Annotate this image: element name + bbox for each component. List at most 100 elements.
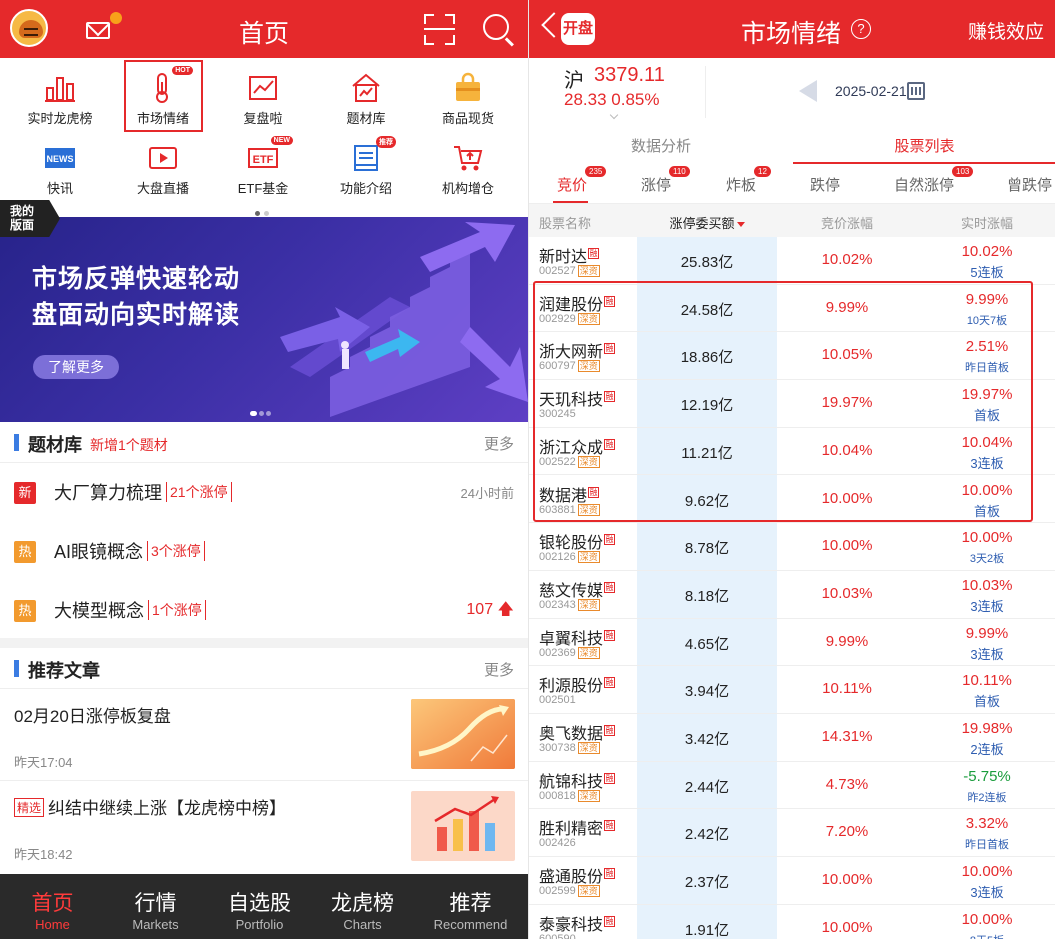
topic-item[interactable]: 热 大模型概念 1个涨停 107 🡅 — [0, 580, 528, 638]
cart-icon — [452, 142, 484, 174]
grid-item-topic-library[interactable]: 题材库 — [316, 72, 416, 127]
stock-code: 002426 — [539, 837, 576, 850]
search-icon[interactable] — [483, 14, 509, 40]
my-layout-tag[interactable]: 我的 版面 — [0, 200, 60, 237]
index-value: 3379.11 — [594, 64, 665, 86]
sz-connect-tag: 深资 — [577, 646, 600, 659]
learn-more-button[interactable]: 了解更多 — [33, 355, 119, 379]
subtab-broken-board[interactable]: 炸板 12 — [726, 166, 771, 195]
subtab-natural-limit-up[interactable]: 自然涨停 103 — [894, 166, 974, 195]
stock-code: 300738 深资 — [539, 742, 600, 754]
table-row[interactable]: 奥飞数据融 300738 深资 3.42亿 14.31% 19.98% 2连板 — [529, 714, 1055, 762]
etf-icon: ETF NEW — [247, 136, 293, 174]
limit-up-bid-amount: 2.44亿 — [684, 778, 730, 796]
grid-item-review[interactable]: 复盘啦 — [213, 72, 313, 127]
table-row[interactable]: 新时达融 002527 深资 25.83亿 10.02% 10.02% 5连板 — [529, 237, 1055, 285]
bid-change: 10.00% — [821, 537, 873, 555]
subtab-limit-down[interactable]: 跌停 — [810, 174, 840, 195]
table-header: 股票名称 涨停委买额 竞价涨幅 实时涨幅 — [529, 204, 1055, 237]
bid-change: 10.00% — [821, 918, 873, 936]
subtab-was-limit-down[interactable]: 曾跌停 — [1007, 174, 1052, 195]
scan-icon[interactable] — [424, 14, 455, 45]
news-icon: NEWS — [44, 142, 76, 174]
nav-markets[interactable]: 行情 Markets — [103, 874, 208, 932]
stock-name: 泰豪科技融 — [539, 915, 616, 934]
new-badge: NEW — [270, 136, 293, 145]
col-realtime-change[interactable]: 实时涨幅 — [917, 213, 1055, 232]
grid-item-etf[interactable]: ETF NEW ETF基金 — [213, 136, 313, 197]
board-count: 2连板 — [970, 742, 1004, 757]
realtime-change: 10.00% — [961, 910, 1013, 928]
table-row[interactable]: 卓翼科技融 002369 深资 4.65亿 9.99% 9.99% 3连板 — [529, 619, 1055, 667]
profit-effect-link[interactable]: 赚钱效应 — [968, 17, 1044, 44]
calendar-icon[interactable] — [907, 82, 925, 100]
stock-name: 利源股份融 — [539, 677, 616, 696]
limit-up-bid-amount: 3.94亿 — [684, 683, 730, 701]
topic-item[interactable]: 新 大厂算力梳理 21个涨停 24小时前 — [0, 462, 528, 520]
subtab-limit-up[interactable]: 涨停 110 — [641, 166, 690, 195]
more-link[interactable]: 更多 — [484, 659, 514, 680]
nav-charts[interactable]: 龙虎榜 Charts — [310, 874, 415, 932]
articles-section-header: 推荐文章 更多 — [0, 648, 528, 688]
table-row[interactable]: 胜利精密融 002426 2.42亿 7.20% 3.32% 昨日首板 — [529, 809, 1055, 858]
stock-code: 600590 — [539, 932, 576, 939]
chevron-down-icon[interactable] — [609, 110, 619, 120]
limit-up-bid-amount: 2.42亿 — [684, 826, 730, 844]
more-link[interactable]: 更多 — [484, 433, 514, 454]
article-item[interactable]: 精选 纠结中继续上涨【龙虎榜中榜】 昨天18:42 — [0, 780, 528, 872]
sort-desc-icon — [736, 222, 745, 227]
section-title: 推荐文章 — [28, 661, 100, 681]
table-row[interactable]: 银轮股份融 002126 深资 8.78亿 10.00% 10.00% 3天2板 — [529, 523, 1055, 571]
bid-change: 10.11% — [822, 680, 872, 698]
bar-chart-icon — [44, 72, 76, 104]
realtime-change: 19.98% — [961, 720, 1013, 737]
stock-name: 慈文传媒融 — [539, 581, 616, 600]
table-row[interactable]: 泰豪科技融600590 1.91亿 10.00% 10.00% 8天5板 — [529, 905, 1055, 939]
bid-change: 10.02% — [821, 251, 873, 268]
grid-item-live[interactable]: 大盘直播 — [113, 142, 213, 197]
date-label: 2025-02-21 — [835, 83, 907, 99]
col-limit-up-bid[interactable]: 涨停委买额 — [637, 213, 777, 232]
margin-tag: 融 — [604, 820, 616, 832]
table-row[interactable]: 盛通股份融 002599 深资 2.37亿 10.00% 10.00% 3连板 — [529, 857, 1055, 905]
limit-up-bid-amount: 3.42亿 — [684, 731, 730, 748]
sentiment-header: 开盘 市场情绪 ? 赚钱效应 — [529, 0, 1055, 58]
stock-code: 000818 深资 — [539, 789, 600, 802]
feature-grid: 实时龙虎榜 HOT 市场情绪 复盘啦 题材库 商品现货 NEWS 快讯 大盘直播… — [0, 62, 528, 212]
grid-item-commodities[interactable]: 商品现货 — [418, 72, 518, 127]
col-bid-change[interactable]: 竞价涨幅 — [777, 213, 917, 232]
bid-change: 9.99% — [825, 632, 869, 650]
grid-item-news[interactable]: NEWS 快讯 — [10, 142, 110, 197]
stock-name: 银轮股份融 — [539, 534, 616, 553]
index-name: 沪 — [564, 70, 584, 92]
grid-label: 机构增仓 — [441, 181, 494, 196]
subtab-bidding[interactable]: 竞价 235 — [557, 166, 607, 195]
svg-text:ETF: ETF — [253, 154, 274, 166]
staircase-arrows-illustration — [280, 222, 528, 417]
topic-item[interactable]: 热 AI眼镜概念 3个涨停 — [0, 521, 528, 579]
section-subtitle: 新增1个题材 — [90, 437, 168, 453]
table-row[interactable]: 慈文传媒融 002343 深资 8.18亿 10.03% 10.03% 3连板 — [529, 571, 1055, 619]
table-row[interactable]: 利源股份融 002501 3.94亿 10.11% 10.11% 首板 — [529, 666, 1055, 714]
book-icon: 推荐 — [350, 136, 396, 174]
realtime-change: 10.02% — [961, 243, 1013, 260]
table-row[interactable]: 航锦科技融 000818 深资 2.44亿 4.73% -5.75% 昨2连板 — [529, 762, 1055, 810]
help-icon[interactable]: ? — [851, 19, 871, 39]
review-chart-icon — [247, 72, 279, 104]
tab-stock-list[interactable]: 股票列表 — [793, 135, 1055, 156]
grid-item-features[interactable]: 推荐 功能介绍 — [316, 136, 416, 197]
article-item[interactable]: 02月20日涨停板复盘 昨天17:04 — [0, 688, 528, 780]
nav-home[interactable]: 首页 Home — [0, 874, 105, 932]
stock-code: 002501 — [539, 694, 576, 707]
nav-portfolio[interactable]: 自选股 Portfolio — [207, 874, 312, 932]
prev-date-icon[interactable] — [799, 80, 817, 102]
stock-code: 002527 深资 — [539, 265, 600, 277]
nav-recommend[interactable]: 推荐 Recommend — [418, 874, 523, 932]
limit-up-count: 3个涨停 — [147, 541, 205, 561]
tab-data-analysis[interactable]: 数据分析 — [529, 135, 793, 156]
grid-item-institution[interactable]: 机构增仓 — [418, 142, 518, 197]
promo-banner[interactable]: 市场反弹快速轮动 盘面动向实时解读 了解更多 — [0, 217, 528, 422]
col-stock-name[interactable]: 股票名称 — [539, 213, 591, 232]
grid-item-dragon-tiger[interactable]: 实时龙虎榜 — [10, 72, 110, 127]
live-play-icon — [147, 142, 179, 174]
